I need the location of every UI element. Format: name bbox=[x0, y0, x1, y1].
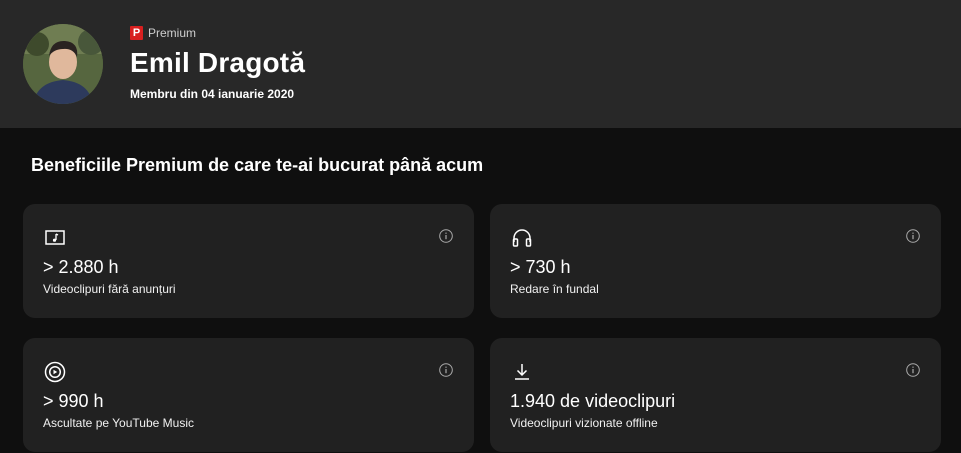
music-video-icon bbox=[45, 230, 65, 245]
benefit-label: Videoclipuri vizionate offline bbox=[510, 416, 658, 430]
profile-header: P Premium Emil Dragotă Membru din 04 ian… bbox=[0, 0, 961, 128]
member-since: Membru din 04 ianuarie 2020 bbox=[130, 87, 295, 101]
avatar bbox=[23, 24, 103, 104]
premium-badge: P Premium bbox=[130, 25, 196, 41]
info-icon[interactable] bbox=[905, 228, 921, 244]
benefit-label: Videoclipuri fără anunțuri bbox=[43, 282, 176, 296]
benefit-label: Ascultate pe YouTube Music bbox=[43, 416, 194, 430]
benefit-label: Redare în fundal bbox=[510, 282, 599, 296]
user-name: Emil Dragotă bbox=[130, 47, 306, 78]
info-icon[interactable] bbox=[438, 362, 454, 378]
premium-label: Premium bbox=[148, 26, 197, 40]
info-icon[interactable] bbox=[905, 362, 921, 378]
benefit-card-background-play: > 730 h Redare în fundal bbox=[490, 204, 941, 318]
headphones-icon bbox=[512, 229, 532, 247]
youtube-music-icon bbox=[44, 361, 66, 383]
benefit-value: 1.940 de videoclipuri bbox=[510, 391, 676, 411]
download-icon bbox=[515, 364, 529, 380]
benefit-value: > 990 h bbox=[43, 391, 104, 411]
benefit-card-ad-free: > 2.880 h Videoclipuri fără anunțuri bbox=[23, 204, 474, 318]
benefit-card-youtube-music: > 990 h Ascultate pe YouTube Music bbox=[23, 338, 474, 452]
benefit-value: > 2.880 h bbox=[43, 257, 119, 277]
benefit-card-offline: 1.940 de videoclipuri Videoclipuri vizio… bbox=[490, 338, 941, 452]
info-icon[interactable] bbox=[438, 228, 454, 244]
benefit-value: > 730 h bbox=[510, 257, 571, 277]
premium-logo-icon: P bbox=[130, 26, 143, 40]
section-title: Beneficiile Premium de care te-ai bucura… bbox=[31, 155, 484, 175]
